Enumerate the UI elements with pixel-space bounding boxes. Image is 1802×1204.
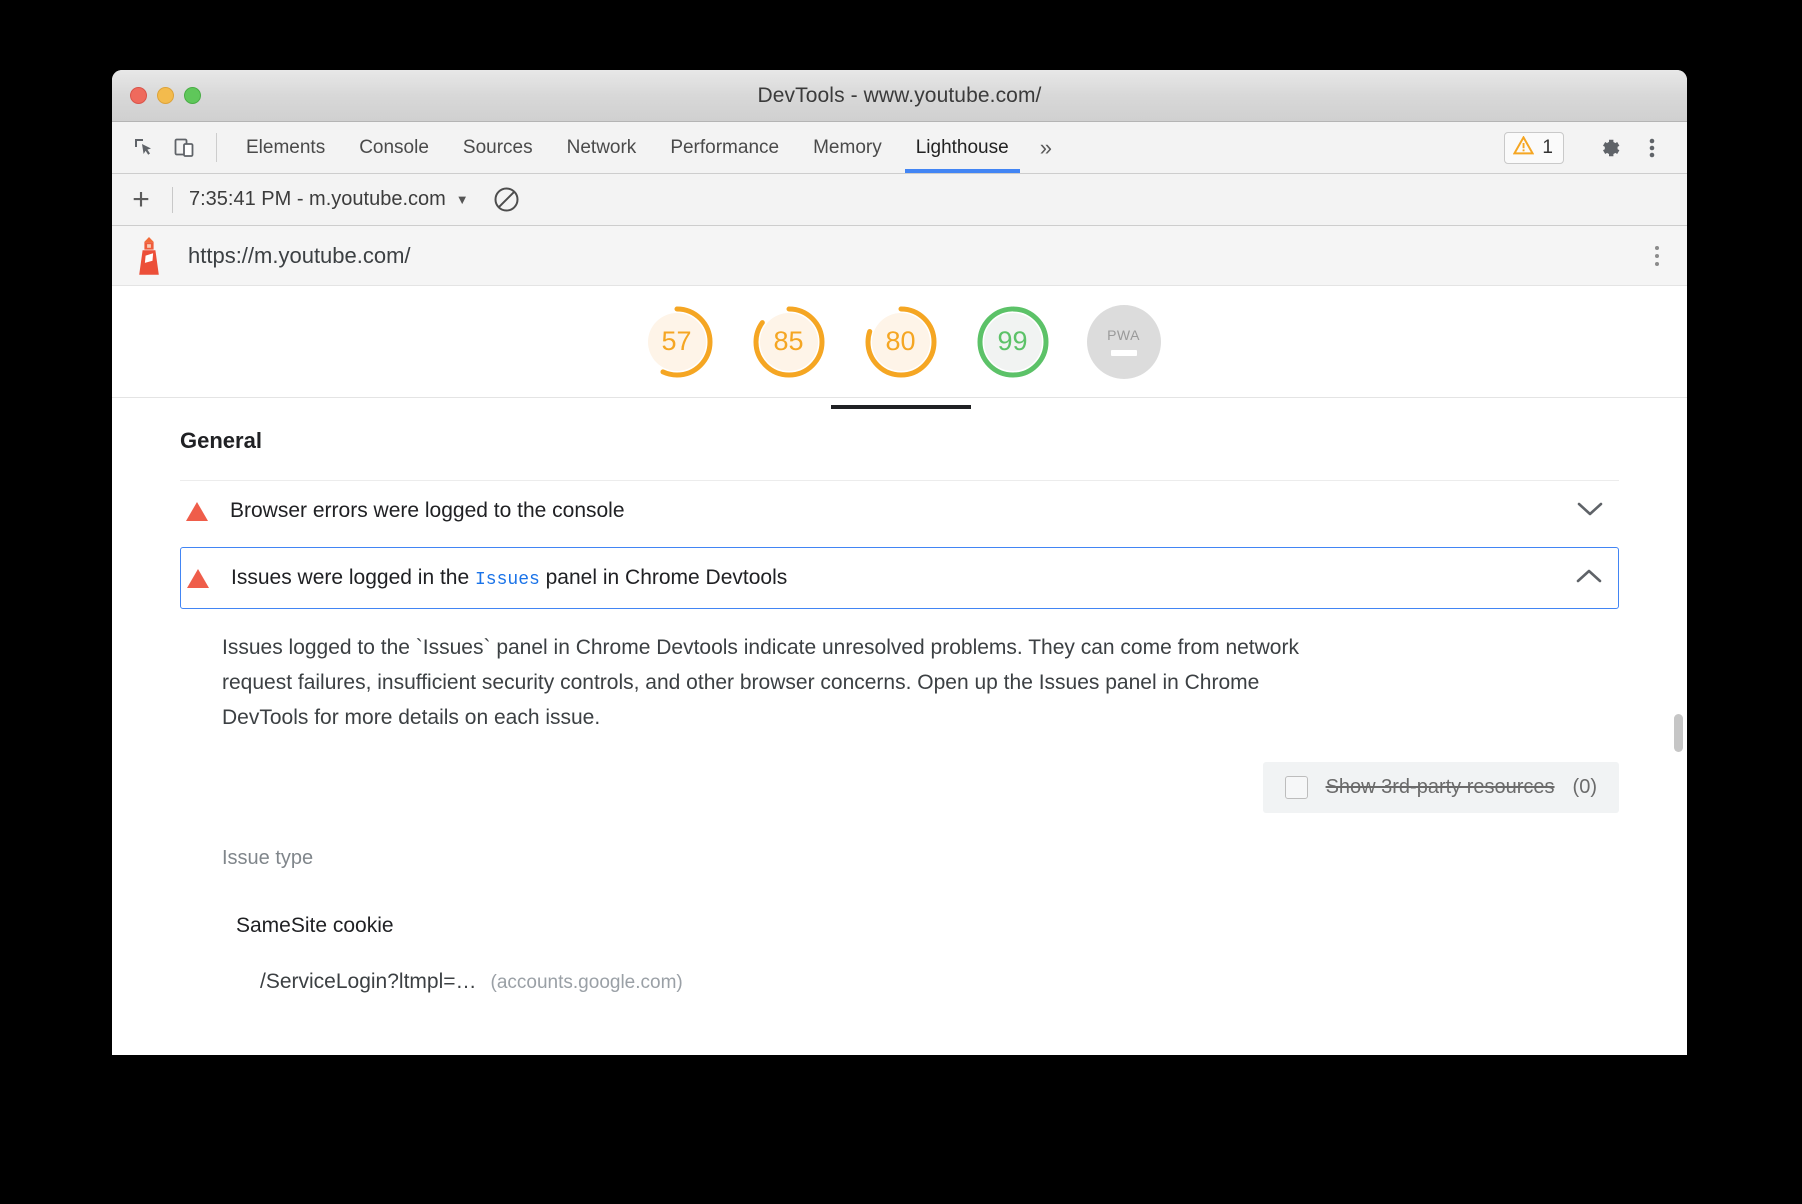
tab-label: Network bbox=[567, 137, 637, 159]
maximize-window-button[interactable] bbox=[184, 87, 201, 104]
report-options-kebab-icon[interactable] bbox=[1649, 240, 1665, 272]
gauge-performance[interactable]: 57 bbox=[639, 304, 715, 380]
traffic-lights bbox=[112, 87, 201, 104]
screen: DevTools - www.youtube.com/ Elements Con… bbox=[0, 0, 1802, 1204]
panel-tabs: Elements Console Sources Network Perform… bbox=[229, 122, 1026, 173]
chevron-down-icon: ▼ bbox=[456, 192, 469, 207]
runbar-divider bbox=[172, 187, 173, 213]
pwa-dash-icon bbox=[1111, 350, 1137, 356]
warning-count: 1 bbox=[1542, 137, 1553, 159]
issues-panel-link[interactable]: Issues bbox=[475, 570, 540, 590]
tab-label: Elements bbox=[246, 137, 325, 159]
gauge-pwa[interactable]: PWA bbox=[1087, 305, 1161, 379]
tab-label: Performance bbox=[670, 137, 779, 159]
warning-triangle-icon bbox=[1513, 136, 1534, 160]
audited-url: https://m.youtube.com/ bbox=[188, 243, 411, 269]
issues-table: Issue type SameSite cookie /ServiceLogin… bbox=[180, 813, 1619, 994]
run-selector-label: 7:35:41 PM - m.youtube.com bbox=[189, 188, 446, 211]
chevron-up-icon[interactable] bbox=[1576, 568, 1602, 589]
third-party-count: (0) bbox=[1573, 776, 1597, 799]
warning-count-badge[interactable]: 1 bbox=[1504, 132, 1564, 164]
audit-description: Issues logged to the `Issues` panel in C… bbox=[180, 609, 1360, 736]
audit-title: Issues were logged in the Issues panel i… bbox=[231, 566, 787, 590]
gauge-score: 99 bbox=[975, 304, 1051, 380]
new-audit-button[interactable]: + bbox=[126, 185, 156, 215]
toolbar-divider bbox=[216, 133, 217, 162]
clear-all-button[interactable] bbox=[493, 186, 520, 213]
run-selector-dropdown[interactable]: 7:35:41 PM - m.youtube.com ▼ bbox=[189, 188, 469, 211]
tab-console[interactable]: Console bbox=[342, 122, 446, 173]
warning-triangle-icon bbox=[186, 502, 208, 521]
gauge-score: 85 bbox=[751, 304, 827, 380]
tab-label: Memory bbox=[813, 137, 882, 159]
chevron-double-right-icon[interactable]: » bbox=[1026, 122, 1066, 173]
vertical-scrollbar[interactable] bbox=[1674, 714, 1683, 752]
audit-title-before: Issues were logged in the bbox=[231, 566, 475, 589]
audit-title-after: panel in Chrome Devtools bbox=[540, 566, 787, 589]
gauge-best-practices[interactable]: 80 bbox=[863, 304, 939, 380]
gauge-score: 80 bbox=[863, 304, 939, 380]
audit-browser-errors[interactable]: Browser errors were logged to the consol… bbox=[180, 481, 1619, 541]
third-party-filter-row: Show 3rd-party resources (0) bbox=[180, 736, 1619, 813]
tab-label: Lighthouse bbox=[916, 137, 1009, 159]
lighthouse-report: https://m.youtube.com/ 57 bbox=[112, 226, 1687, 1055]
table-column-header: Issue type bbox=[222, 847, 1619, 870]
inspect-element-icon[interactable] bbox=[124, 122, 164, 173]
row-host: (accounts.google.com) bbox=[491, 972, 683, 994]
lighthouse-logo-icon bbox=[132, 236, 166, 276]
close-window-button[interactable] bbox=[130, 87, 147, 104]
pwa-label: PWA bbox=[1107, 327, 1140, 343]
devtools-window: DevTools - www.youtube.com/ Elements Con… bbox=[112, 70, 1687, 1055]
gauge-score: 57 bbox=[639, 304, 715, 380]
gear-icon[interactable] bbox=[1589, 127, 1631, 169]
tab-elements[interactable]: Elements bbox=[229, 122, 342, 173]
tab-memory[interactable]: Memory bbox=[796, 122, 899, 173]
chevron-down-icon[interactable] bbox=[1577, 501, 1603, 522]
audit-issues-panel[interactable]: Issues were logged in the Issues panel i… bbox=[180, 547, 1619, 609]
table-row[interactable]: /ServiceLogin?ltmpl=… (accounts.google.c… bbox=[222, 938, 1619, 994]
toolbar-right-actions: 1 bbox=[1504, 122, 1687, 173]
third-party-label: Show 3rd-party resources bbox=[1326, 776, 1555, 799]
devtools-tabstrip: Elements Console Sources Network Perform… bbox=[112, 122, 1687, 174]
table-group-label: SameSite cookie bbox=[222, 870, 1619, 938]
kebab-menu-icon[interactable] bbox=[1631, 127, 1673, 169]
window-titlebar: DevTools - www.youtube.com/ bbox=[112, 70, 1687, 122]
tab-label: Sources bbox=[463, 137, 533, 159]
show-third-party-toggle[interactable]: Show 3rd-party resources (0) bbox=[1263, 762, 1619, 813]
tab-sources[interactable]: Sources bbox=[446, 122, 550, 173]
warning-triangle-icon bbox=[187, 569, 209, 588]
section-title-general: General bbox=[180, 398, 1619, 480]
tab-label: Console bbox=[359, 137, 429, 159]
minimize-window-button[interactable] bbox=[157, 87, 174, 104]
lighthouse-runbar: + 7:35:41 PM - m.youtube.com ▼ bbox=[112, 174, 1687, 226]
tab-performance[interactable]: Performance bbox=[653, 122, 796, 173]
row-url: /ServiceLogin?ltmpl=… bbox=[260, 970, 477, 994]
report-body: General Browser errors were logged to th… bbox=[112, 398, 1687, 994]
tab-network[interactable]: Network bbox=[550, 122, 654, 173]
gauge-accessibility[interactable]: 85 bbox=[751, 304, 827, 380]
window-title: DevTools - www.youtube.com/ bbox=[112, 84, 1687, 108]
report-urlbar: https://m.youtube.com/ bbox=[112, 226, 1687, 286]
score-gauges: 57 85 80 bbox=[112, 286, 1687, 398]
gauge-seo[interactable]: 99 bbox=[975, 304, 1051, 380]
third-party-checkbox[interactable] bbox=[1285, 776, 1308, 799]
tab-lighthouse[interactable]: Lighthouse bbox=[899, 122, 1026, 173]
audit-title: Browser errors were logged to the consol… bbox=[230, 499, 625, 523]
device-toolbar-icon[interactable] bbox=[164, 122, 204, 173]
